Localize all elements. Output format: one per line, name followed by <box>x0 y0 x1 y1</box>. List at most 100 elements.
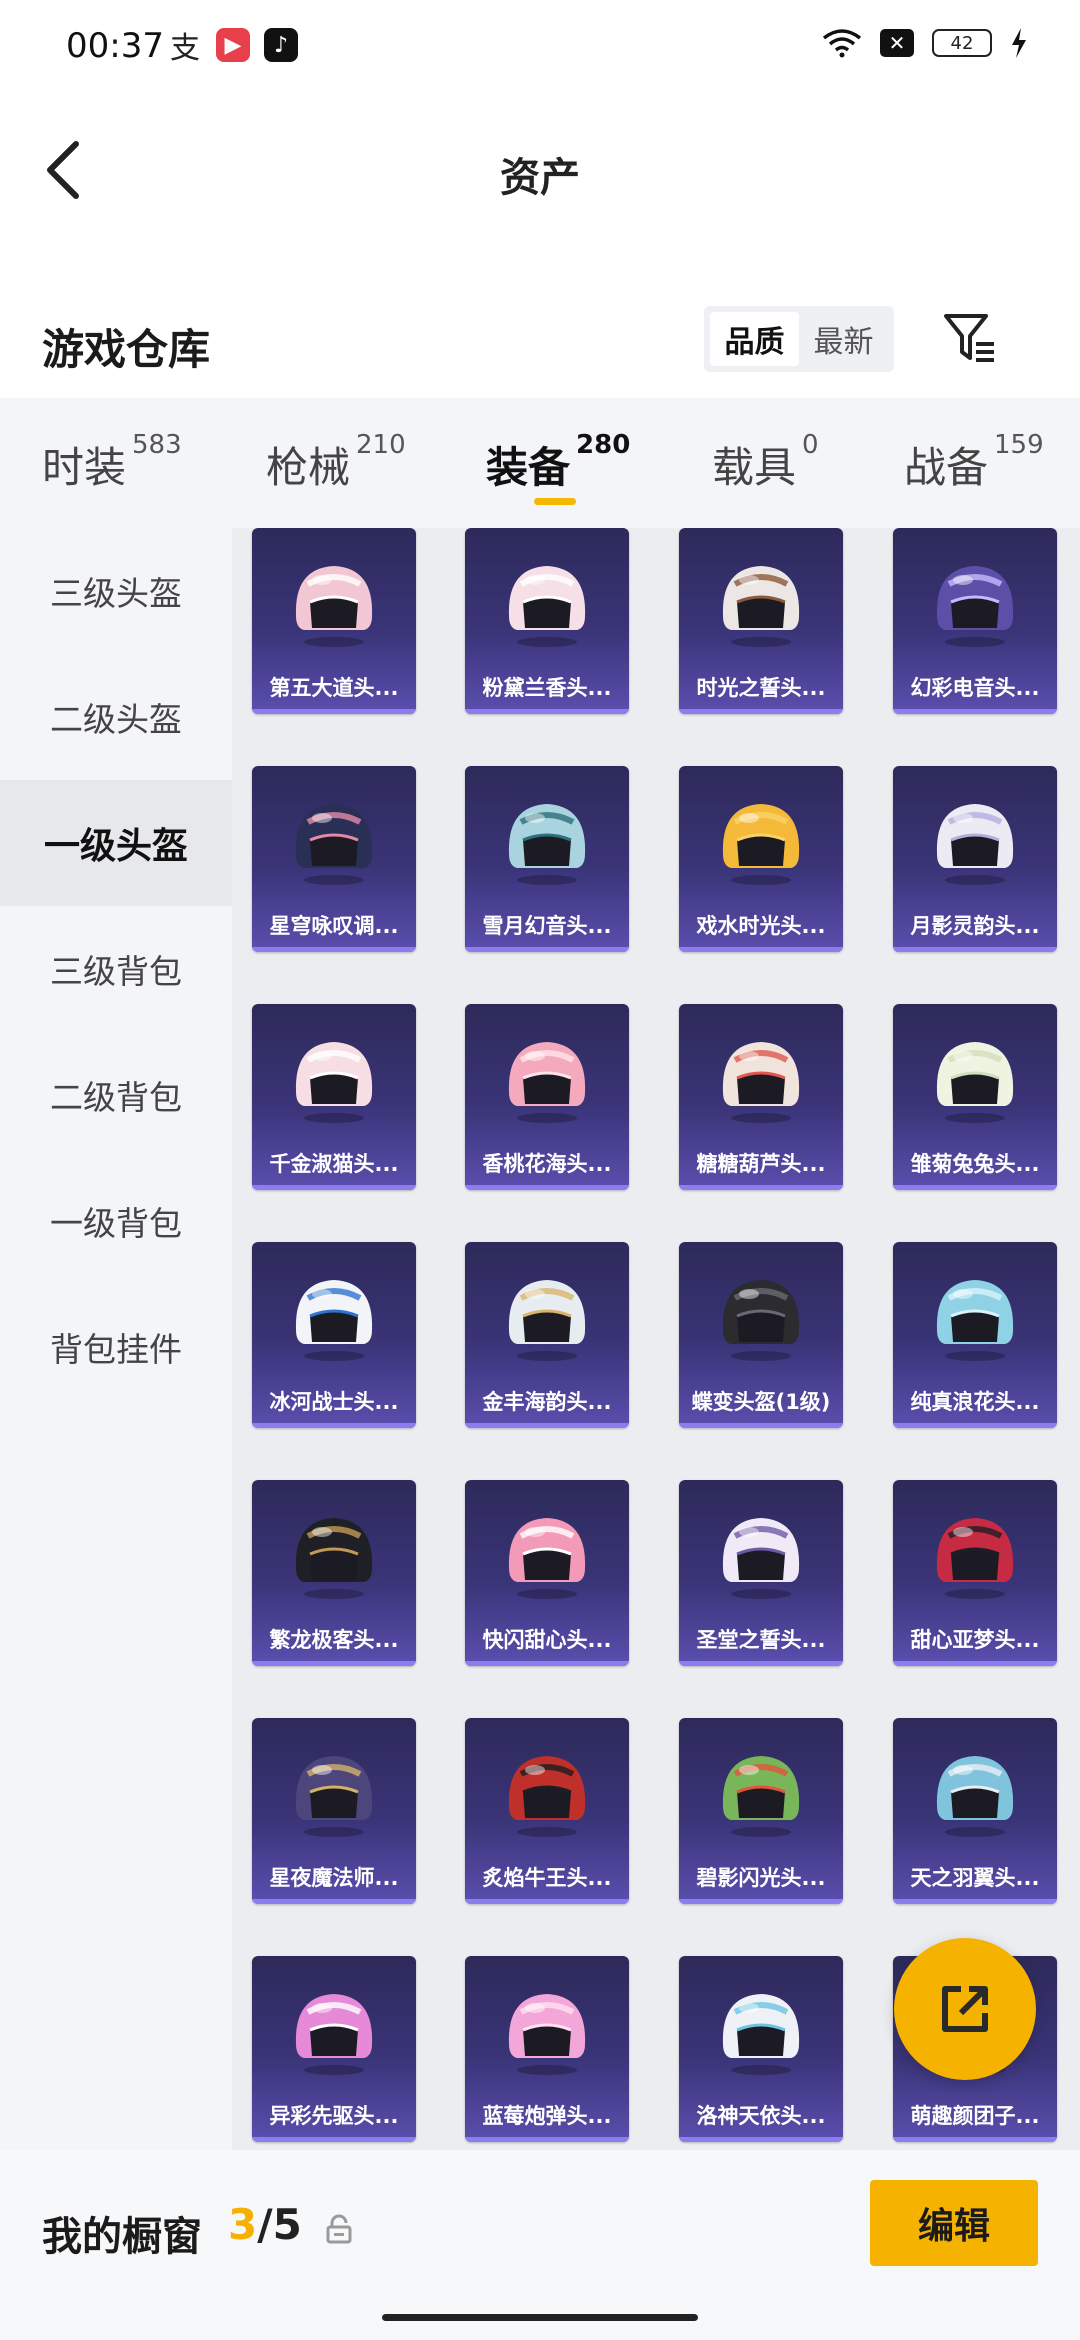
charging-icon <box>1012 28 1026 58</box>
filter-button[interactable] <box>940 308 1000 368</box>
helmet-icon <box>722 804 800 885</box>
item-card[interactable]: 圣堂之誓头... <box>679 1480 843 1666</box>
item-name: 圣堂之誓头... <box>696 1628 826 1652</box>
item-card[interactable]: 香桃花海头... <box>465 1004 629 1190</box>
side-item-backpack-charm[interactable]: 背包挂件 <box>0 1284 232 1410</box>
helmet-icon <box>722 1756 800 1837</box>
item-card[interactable]: 天之羽翼头... <box>893 1718 1057 1904</box>
share-button[interactable] <box>894 1938 1036 2080</box>
item-card[interactable]: 快闪甜心头... <box>465 1480 629 1666</box>
helmet-icon <box>508 1994 586 2075</box>
item-card[interactable]: 繁龙极客头... <box>252 1480 416 1666</box>
helmet-icon <box>508 1042 586 1123</box>
item-card[interactable]: 星夜魔法师... <box>252 1718 416 1904</box>
tab-label: 战备 <box>904 443 989 492</box>
item-name: 星穹咏叹调... <box>269 914 399 938</box>
showcase-count: 3/5 <box>228 2200 302 2249</box>
showcase-label: 我的橱窗 <box>42 2214 202 2260</box>
helmet-icon <box>722 566 800 647</box>
helmet-icon <box>508 1756 586 1837</box>
no-sim-icon: ✕ <box>880 29 914 57</box>
item-card[interactable]: 碧影闪光头... <box>679 1718 843 1904</box>
item-card[interactable]: 甜心亚梦头... <box>893 1480 1057 1666</box>
tab-count: 583 <box>132 430 182 460</box>
item-card[interactable]: 冰河战士头... <box>252 1242 416 1428</box>
helmet-icon <box>936 1756 1014 1837</box>
tab-label: 枪械 <box>266 443 351 492</box>
sort-newest-button[interactable]: 最新 <box>799 312 888 366</box>
helmet-icon <box>722 1280 800 1361</box>
helmet-icon <box>722 1042 800 1123</box>
item-card[interactable]: 蓝莓炮弹头... <box>465 1956 629 2142</box>
filter-icon <box>944 314 994 362</box>
home-indicator[interactable] <box>382 2314 698 2321</box>
status-app-icons: 支 ▶ ♪ <box>168 28 298 66</box>
item-card[interactable]: 蝶变头盔(1级) <box>679 1242 843 1428</box>
tab-label: 时装 <box>42 443 127 492</box>
tab-equipment[interactable]: 装备 280 <box>486 430 630 495</box>
side-item-level2-backpack[interactable]: 二级背包 <box>0 1032 232 1158</box>
item-card[interactable]: 幻彩电音头... <box>893 528 1057 714</box>
sort-quality-button[interactable]: 品质 <box>710 312 799 366</box>
side-menu: 三级头盔 二级头盔 一级头盔 三级背包 二级背包 一级背包 背包挂件 <box>0 528 232 2150</box>
status-indicators: ✕ 42 <box>822 28 1028 58</box>
side-item-level1-helmet[interactable]: 一级头盔 <box>0 780 232 906</box>
side-item-level2-helmet[interactable]: 二级头盔 <box>0 654 232 780</box>
helmet-icon <box>508 804 586 885</box>
item-name: 雏菊兔兔头... <box>910 1152 1040 1176</box>
helmet-icon <box>295 1280 373 1361</box>
item-name: 雪月幻音头... <box>482 914 612 938</box>
tab-label: 载具 <box>712 443 797 492</box>
tab-battle-supplies[interactable]: 战备 159 <box>904 430 1044 495</box>
helmet-icon <box>295 1518 373 1599</box>
status-time: 00:37 <box>66 26 164 66</box>
item-name: 糖糖葫芦头... <box>696 1152 826 1176</box>
tab-firearms[interactable]: 枪械 210 <box>266 430 406 495</box>
showcase-current: 3 <box>228 2200 258 2249</box>
item-name: 蝶变头盔(1级) <box>691 1390 831 1414</box>
tab-vehicles[interactable]: 载具 0 <box>712 430 819 495</box>
side-item-level3-backpack[interactable]: 三级背包 <box>0 906 232 1032</box>
side-item-level1-backpack[interactable]: 一级背包 <box>0 1158 232 1284</box>
helmet-icon <box>936 1280 1014 1361</box>
tab-count: 0 <box>802 430 819 460</box>
helmet-icon <box>936 566 1014 647</box>
item-name: 月影灵韵头... <box>910 914 1040 938</box>
helmet-icon <box>936 804 1014 885</box>
item-name: 时光之誓头... <box>696 676 826 700</box>
tab-fashion[interactable]: 时装 583 <box>42 430 182 495</box>
helmet-icon <box>722 1994 800 2075</box>
edit-button[interactable]: 编辑 <box>870 2180 1038 2266</box>
showcase-total: /5 <box>257 2200 302 2249</box>
item-card[interactable]: 纯真浪花头... <box>893 1242 1057 1428</box>
item-card[interactable]: 雏菊兔兔头... <box>893 1004 1057 1190</box>
item-card[interactable]: 星穹咏叹调... <box>252 766 416 952</box>
page-title: 资产 <box>500 155 580 201</box>
item-name: 甜心亚梦头... <box>910 1628 1040 1652</box>
wifi-icon <box>822 29 862 58</box>
item-name: 炙焰牛王头... <box>482 1866 612 1890</box>
item-card[interactable]: 糖糖葫芦头... <box>679 1004 843 1190</box>
item-card[interactable]: 时光之誓头... <box>679 528 843 714</box>
item-card[interactable]: 戏水时光头... <box>679 766 843 952</box>
item-name: 洛神天依头... <box>696 2104 826 2128</box>
item-name: 异彩先驱头... <box>269 2104 399 2128</box>
helmet-icon <box>508 1518 586 1599</box>
item-card[interactable]: 洛神天依头... <box>679 1956 843 2142</box>
item-card[interactable]: 炙焰牛王头... <box>465 1718 629 1904</box>
item-name: 天之羽翼头... <box>910 1866 1040 1890</box>
item-card[interactable]: 金丰海韵头... <box>465 1242 629 1428</box>
sort-toggle: 品质 最新 <box>704 306 894 372</box>
item-name: 千金淑猫头... <box>269 1152 399 1176</box>
item-card[interactable]: 月影灵韵头... <box>893 766 1057 952</box>
item-name: 碧影闪光头... <box>696 1866 826 1890</box>
share-icon <box>942 1986 988 2032</box>
item-card[interactable]: 粉黛兰香头... <box>465 528 629 714</box>
item-card[interactable]: 雪月幻音头... <box>465 766 629 952</box>
tiktok-icon: ♪ <box>264 28 298 62</box>
side-item-level3-helmet[interactable]: 三级头盔 <box>0 528 232 654</box>
tab-label: 装备 <box>486 443 571 492</box>
item-card[interactable]: 千金淑猫头... <box>252 1004 416 1190</box>
item-card[interactable]: 第五大道头... <box>252 528 416 714</box>
item-card[interactable]: 异彩先驱头... <box>252 1956 416 2142</box>
